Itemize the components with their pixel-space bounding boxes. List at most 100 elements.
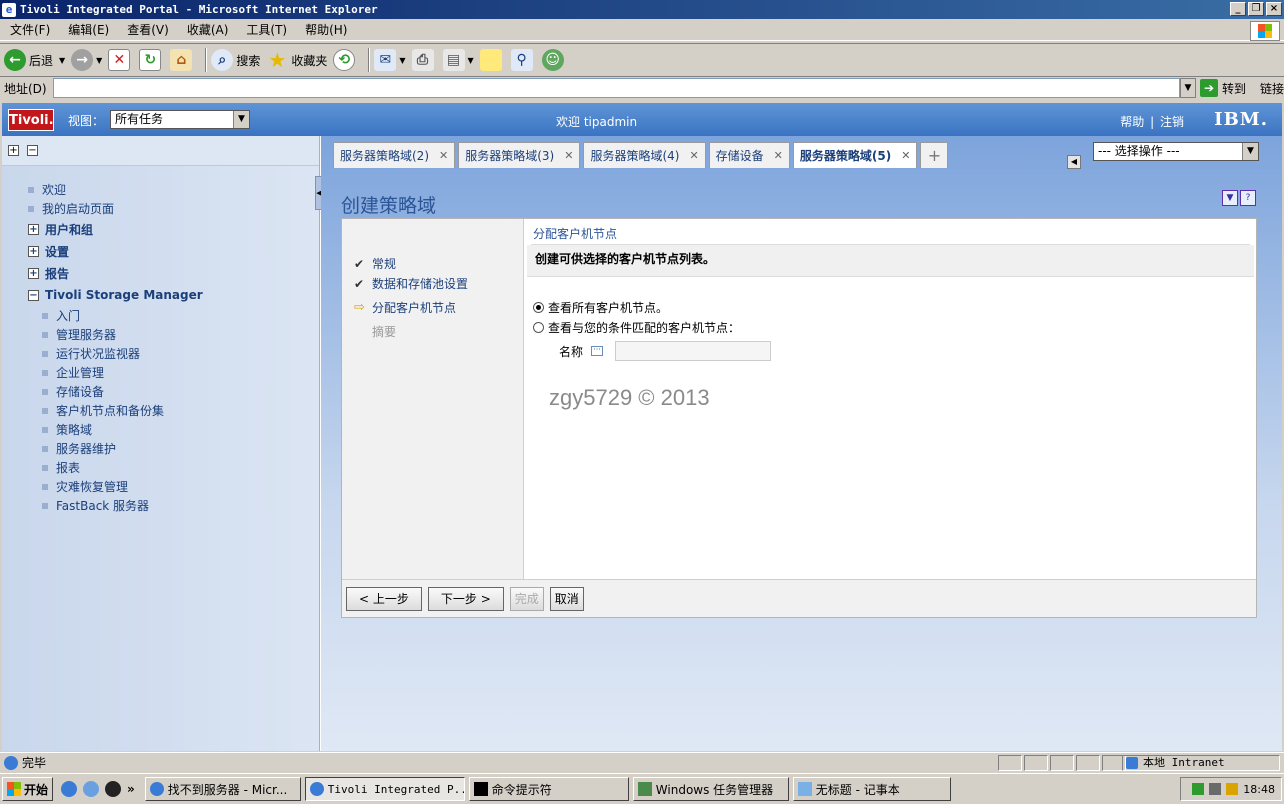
nav-item-fastback[interactable]: FastBack 服务器 xyxy=(2,496,319,515)
nav-item-disaster-recovery[interactable]: 灾难恢复管理 xyxy=(2,477,319,496)
mail-dropdown-icon[interactable]: ▼ xyxy=(399,56,405,65)
close-icon[interactable]: ✕ xyxy=(689,149,698,162)
next-step-button[interactable]: 下一步 > xyxy=(427,586,504,611)
nav-item-client-nodes[interactable]: 客户机节点和备份集 xyxy=(2,401,319,420)
nav-item-enterprise[interactable]: 企业管理 xyxy=(2,363,319,382)
nav-item-storage-devices[interactable]: 存储设备 xyxy=(2,382,319,401)
address-dropdown-icon[interactable]: ▼ xyxy=(1180,78,1197,98)
start-button[interactable]: 开始 xyxy=(2,777,54,801)
network-icon[interactable] xyxy=(1192,783,1205,795)
collapse-all-icon[interactable]: − xyxy=(27,145,38,156)
nav-group-settings[interactable]: + 设置 xyxy=(2,240,319,262)
mail-button[interactable]: ✉ ▼ xyxy=(374,49,406,71)
messenger-button[interactable]: ☺ xyxy=(541,49,567,71)
help-link[interactable]: 帮助 xyxy=(1120,115,1144,129)
back-arrow-icon: ← xyxy=(4,49,26,71)
restore-button[interactable]: ❐ xyxy=(1248,2,1264,16)
new-tab-button[interactable]: + xyxy=(920,142,949,168)
address-bar: 地址(D) ▼ ➔ 转到 链接 xyxy=(0,77,1284,99)
nav-item-startup-pages[interactable]: 我的启动页面 xyxy=(2,199,319,218)
step-assign-nodes[interactable]: ⇨ 分配客户机节点 xyxy=(354,299,456,316)
view-select[interactable]: 所有任务 ▼ xyxy=(110,110,250,129)
task-task-manager[interactable]: Windows 任务管理器 xyxy=(632,777,789,801)
nav-item-getting-started[interactable]: 入门 xyxy=(2,306,319,325)
print-button[interactable]: ⎙ xyxy=(411,49,437,71)
go-button[interactable]: ➔ 转到 xyxy=(1200,79,1246,97)
menu-view[interactable]: 查看(V) xyxy=(121,21,175,38)
nav-item-welcome[interactable]: 欢迎 xyxy=(2,180,319,199)
action-select[interactable]: --- 选择操作 --- ▼ xyxy=(1093,142,1259,161)
ie-quicklaunch-icon[interactable] xyxy=(61,781,78,797)
security-icon[interactable] xyxy=(1226,783,1239,795)
nav-item-policy-domains[interactable]: 策略域 xyxy=(2,420,319,439)
forward-dropdown-icon[interactable]: ▼ xyxy=(96,56,102,65)
nav-group-reports[interactable]: + 报告 xyxy=(2,262,319,284)
menu-tools[interactable]: 工具(T) xyxy=(240,21,293,38)
minimize-button[interactable]: _ xyxy=(1230,2,1246,16)
tivoli-logo[interactable]: Tivoli. xyxy=(8,109,54,131)
back-dropdown-icon[interactable]: ▼ xyxy=(59,56,65,65)
expand-icon: + xyxy=(28,223,39,235)
back-step-button[interactable]: < 上一步 xyxy=(346,586,422,611)
links-button[interactable]: 链接 xyxy=(1260,80,1284,97)
home-button[interactable]: ⌂ xyxy=(170,49,195,71)
nav-list: 欢迎 我的启动页面 + 用户和组 + 设置 + 报告 − Tivoli Storage … xyxy=(2,166,319,515)
close-icon[interactable]: ✕ xyxy=(901,149,910,162)
edit-button[interactable]: ▤ ▼ xyxy=(442,49,474,71)
nav-item-server-maintenance[interactable]: 服务器维护 xyxy=(2,439,319,458)
nav-item-reports[interactable]: 报表 xyxy=(2,458,319,477)
step-general[interactable]: ✔ 常规 xyxy=(354,255,396,272)
tab-scroll-left-icon[interactable]: ◀ xyxy=(1067,155,1081,169)
close-button[interactable]: × xyxy=(1266,2,1282,16)
close-icon[interactable]: ✕ xyxy=(774,149,783,162)
ie-alt-quicklaunch-icon[interactable] xyxy=(83,781,100,797)
forward-button[interactable]: → ▼ xyxy=(71,49,102,71)
radio-all-nodes[interactable] xyxy=(533,302,544,313)
quicklaunch-more-icon[interactable]: » xyxy=(127,782,135,796)
name-input[interactable] xyxy=(615,341,772,361)
panel-menu-icon[interactable]: ▼ xyxy=(1222,190,1238,206)
option-all-nodes[interactable]: 查看所有客户机节点。 xyxy=(533,299,668,316)
back-button[interactable]: ← 后退 ▼ xyxy=(4,49,65,71)
menu-help[interactable]: 帮助(H) xyxy=(299,21,353,38)
address-input[interactable] xyxy=(52,78,1181,98)
monitor-icon[interactable] xyxy=(1209,783,1222,795)
radio-matching-nodes[interactable] xyxy=(533,322,544,333)
cancel-button[interactable]: 取消 xyxy=(549,586,584,611)
tab-storage-devices[interactable]: 存储设备 ✕ xyxy=(708,142,790,168)
tab-policy-domain-3[interactable]: 服务器策略域(3) ✕ xyxy=(458,142,581,168)
nav-group-tsm[interactable]: − Tivoli Storage Manager xyxy=(2,284,319,306)
logout-link[interactable]: 注销 xyxy=(1160,115,1184,129)
task-ie-not-found[interactable]: 找不到服务器 - Micr... xyxy=(144,777,301,801)
option-matching-nodes[interactable]: 查看与您的条件匹配的客户机节点： xyxy=(533,319,740,336)
help-icon[interactable]: ? xyxy=(1240,190,1256,206)
page-viewport: Tivoli. 视图： 所有任务 ▼ 欢迎 tipadmin 帮助 | 注销 I… xyxy=(2,103,1282,751)
menu-edit[interactable]: 编辑(E) xyxy=(62,21,115,38)
close-icon[interactable]: ✕ xyxy=(564,149,573,162)
edit-dropdown-icon[interactable]: ▼ xyxy=(468,56,474,65)
nav-item-health-monitor[interactable]: 运行状况监视器 xyxy=(2,344,319,363)
expand-all-icon[interactable]: + xyxy=(8,145,19,156)
more-options-icon[interactable]: ··· xyxy=(591,346,604,356)
qq-icon[interactable] xyxy=(105,781,122,797)
refresh-button[interactable]: ↻ xyxy=(139,49,164,71)
task-notepad[interactable]: 无标题 - 记事本 xyxy=(792,777,951,801)
discuss-button[interactable]: ■ xyxy=(479,49,505,71)
nav-group-users[interactable]: + 用户和组 xyxy=(2,218,319,240)
task-command-prompt[interactable]: 命令提示符 xyxy=(468,777,629,801)
tab-policy-domain-2[interactable]: 服务器策略域(2) ✕ xyxy=(333,142,456,168)
research-button[interactable]: ⚲ xyxy=(510,49,536,71)
search-button[interactable]: ⌕ 搜索 xyxy=(211,49,260,71)
favorites-button[interactable]: ★ 收藏夹 xyxy=(266,48,327,72)
history-button[interactable]: ⟲ xyxy=(333,49,358,71)
tab-policy-domain-4[interactable]: 服务器策略域(4) ✕ xyxy=(583,142,706,168)
menu-favorites[interactable]: 收藏(A) xyxy=(181,21,235,38)
close-icon[interactable]: ✕ xyxy=(439,149,448,162)
tab-policy-domain-5[interactable]: 服务器策略域(5) ✕ xyxy=(792,142,918,168)
step-data-storage[interactable]: ✔ 数据和存储池设置 xyxy=(354,275,468,292)
task-tivoli-portal[interactable]: Tivoli Integrated P... xyxy=(304,777,465,801)
window-title-bar[interactable]: e Tivoli Integrated Portal - Microsoft I… xyxy=(0,0,1284,19)
nav-item-manage-servers[interactable]: 管理服务器 xyxy=(2,325,319,344)
stop-button[interactable]: ✕ xyxy=(108,49,133,71)
menu-file[interactable]: 文件(F) xyxy=(4,21,56,38)
